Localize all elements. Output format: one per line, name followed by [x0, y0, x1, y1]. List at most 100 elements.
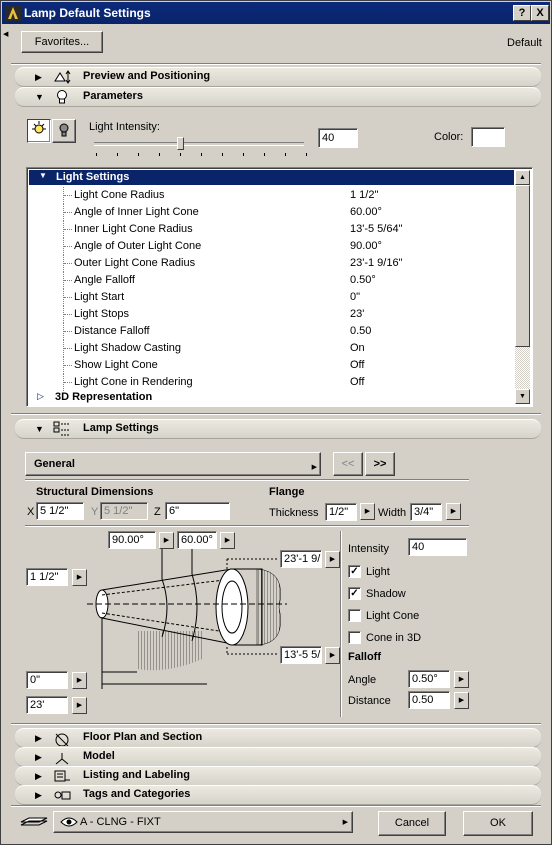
- z-dimension-input[interactable]: 6": [165, 502, 230, 520]
- setting-value[interactable]: 1 1/2": [350, 189, 378, 201]
- list-item-3d-representation[interactable]: ▷ 3D Representation: [29, 389, 514, 406]
- setting-value[interactable]: 60.00°: [350, 206, 382, 218]
- intensity-slider-track[interactable]: [94, 142, 304, 146]
- light-start-input[interactable]: 0": [26, 671, 68, 689]
- color-swatch[interactable]: [471, 127, 505, 147]
- tree-connector: [63, 255, 73, 272]
- outer-cone-angle-input[interactable]: 90.00°: [108, 531, 156, 549]
- model-icon: [55, 753, 69, 765]
- angle-falloff-input[interactable]: 0.50°: [408, 670, 450, 688]
- scroll-down-button[interactable]: ▼: [515, 389, 530, 404]
- next-page-button[interactable]: >>: [365, 452, 395, 476]
- section-lamp-settings[interactable]: ▼ Lamp Settings: [15, 419, 541, 439]
- light-settings-header[interactable]: ▼ Light Settings: [29, 170, 514, 185]
- list-item[interactable]: Light Cone Radius 1 1/2": [29, 187, 514, 204]
- setting-value[interactable]: 13'-5 5/64": [350, 223, 403, 235]
- inner-angle-arrow-button[interactable]: ▶: [220, 532, 235, 549]
- list-item[interactable]: Outer Light Cone Radius 23'-1 9/16": [29, 255, 514, 272]
- list-item[interactable]: Light Stops 23': [29, 306, 514, 323]
- lamp-page-dropdown[interactable]: General ▶: [25, 452, 321, 476]
- section-model[interactable]: ▶ Model: [15, 747, 541, 767]
- section-title: Preview and Positioning: [83, 70, 211, 82]
- section-parameters[interactable]: ▼ Parameters: [15, 87, 541, 107]
- slider-tick: [117, 153, 118, 156]
- list-scrollbar[interactable]: ▲ ▼: [515, 170, 530, 404]
- layer-dropdown[interactable]: A - CLNG - FIXT ▶: [53, 811, 353, 833]
- setting-value[interactable]: 0.50°: [350, 274, 376, 286]
- lamp-default-settings-dialog: Lamp Default Settings ? X ◀ Favorites...…: [0, 0, 552, 845]
- outer-radius-arrow-button[interactable]: ▶: [325, 551, 340, 568]
- angle-falloff-arrow-button[interactable]: ▶: [454, 671, 469, 688]
- scroll-up-button[interactable]: ▲: [515, 170, 530, 185]
- expand-arrow-icon[interactable]: ▶: [35, 790, 42, 801]
- setting-value[interactable]: Off: [350, 376, 364, 388]
- expand-arrow-icon[interactable]: ▶: [35, 771, 42, 782]
- setting-value[interactable]: 0.50: [350, 325, 371, 337]
- intensity-input[interactable]: 40: [408, 538, 467, 556]
- favorites-button[interactable]: Favorites...: [21, 31, 103, 53]
- x-dimension-input[interactable]: 5 1/2": [36, 502, 84, 520]
- expand-arrow-icon[interactable]: ▶: [35, 733, 42, 744]
- setting-value[interactable]: 0": [350, 291, 360, 303]
- outer-angle-arrow-button[interactable]: ▶: [159, 532, 174, 549]
- inner-cone-angle-input[interactable]: 60.00°: [177, 531, 217, 549]
- setting-name: Light Stops: [74, 308, 130, 320]
- light-cone-radius-input[interactable]: 1 1/2": [26, 568, 68, 586]
- setting-value[interactable]: 90.00°: [350, 240, 382, 252]
- light-cone-checkbox[interactable]: [348, 609, 361, 622]
- list-item[interactable]: Angle of Inner Light Cone 60.00°: [29, 204, 514, 221]
- light-on-toggle[interactable]: [27, 119, 51, 143]
- shadow-checkbox[interactable]: ✓: [348, 587, 361, 600]
- ok-button[interactable]: OK: [463, 811, 533, 836]
- expand-arrow-icon[interactable]: ▶: [35, 752, 42, 763]
- collapse-arrow-icon[interactable]: ◀: [3, 30, 8, 38]
- collapse-arrow-icon[interactable]: ▼: [35, 92, 44, 102]
- light-start-arrow-button[interactable]: ▶: [72, 672, 87, 689]
- slider-tick: [96, 153, 97, 156]
- section-listing-labeling[interactable]: ▶ Listing and Labeling: [15, 766, 541, 786]
- tree-connector: [63, 306, 73, 323]
- setting-value[interactable]: On: [350, 342, 365, 354]
- light-off-toggle[interactable]: [52, 119, 76, 143]
- list-item[interactable]: Light Shadow Casting On: [29, 340, 514, 357]
- scroll-thumb[interactable]: [515, 185, 530, 347]
- setting-value[interactable]: 23'-1 9/16": [350, 257, 403, 269]
- cone-in-3d-checkbox[interactable]: [348, 631, 361, 644]
- slider-tick: [243, 153, 244, 156]
- light-stop-arrow-button[interactable]: ▶: [72, 697, 87, 714]
- help-button[interactable]: ?: [513, 5, 531, 21]
- thickness-input[interactable]: 1/2": [325, 503, 357, 521]
- intensity-label: Intensity: [348, 543, 389, 555]
- list-item[interactable]: Light Start 0": [29, 289, 514, 306]
- tags-icon: [54, 791, 71, 800]
- setting-value[interactable]: Off: [350, 359, 364, 371]
- section-tags-categories[interactable]: ▶ Tags and Categories: [15, 785, 541, 805]
- section-preview-positioning[interactable]: ▶ Preview and Positioning: [15, 67, 541, 87]
- light-stop-input[interactable]: 23': [26, 696, 68, 714]
- list-item[interactable]: Angle of Outer Light Cone 90.00°: [29, 238, 514, 255]
- inner-radius-arrow-button[interactable]: ▶: [325, 647, 340, 664]
- list-item[interactable]: Angle Falloff 0.50°: [29, 272, 514, 289]
- light-settings-list[interactable]: ▼ Light Settings Light Cone Radius 1 1/2"…: [26, 167, 533, 407]
- section-floor-plan[interactable]: ▶ Floor Plan and Section: [15, 728, 541, 748]
- light-intensity-input[interactable]: 40: [318, 128, 358, 148]
- slider-tick: [306, 153, 307, 156]
- list-item[interactable]: Distance Falloff 0.50: [29, 323, 514, 340]
- setting-value[interactable]: 23': [350, 308, 364, 320]
- intensity-slider-thumb[interactable]: [177, 137, 184, 150]
- width-input[interactable]: 3/4": [410, 503, 442, 521]
- width-arrow-button[interactable]: ▶: [446, 503, 461, 520]
- expand-arrow-icon[interactable]: ▶: [35, 72, 42, 83]
- previous-page-button[interactable]: <<: [333, 452, 363, 476]
- cone-radius-arrow-button[interactable]: ▶: [72, 569, 87, 586]
- thickness-arrow-button[interactable]: ▶: [360, 503, 375, 520]
- cancel-button[interactable]: Cancel: [378, 811, 446, 836]
- distance-falloff-arrow-button[interactable]: ▶: [454, 692, 469, 709]
- list-item[interactable]: Inner Light Cone Radius 13'-5 5/64": [29, 221, 514, 238]
- distance-falloff-input[interactable]: 0.50: [408, 691, 450, 709]
- collapse-arrow-icon[interactable]: ▼: [39, 171, 47, 180]
- list-item[interactable]: Show Light Cone Off: [29, 357, 514, 374]
- light-checkbox[interactable]: ✓: [348, 565, 361, 578]
- collapse-arrow-icon[interactable]: ▼: [35, 424, 44, 434]
- close-button[interactable]: X: [531, 5, 549, 21]
